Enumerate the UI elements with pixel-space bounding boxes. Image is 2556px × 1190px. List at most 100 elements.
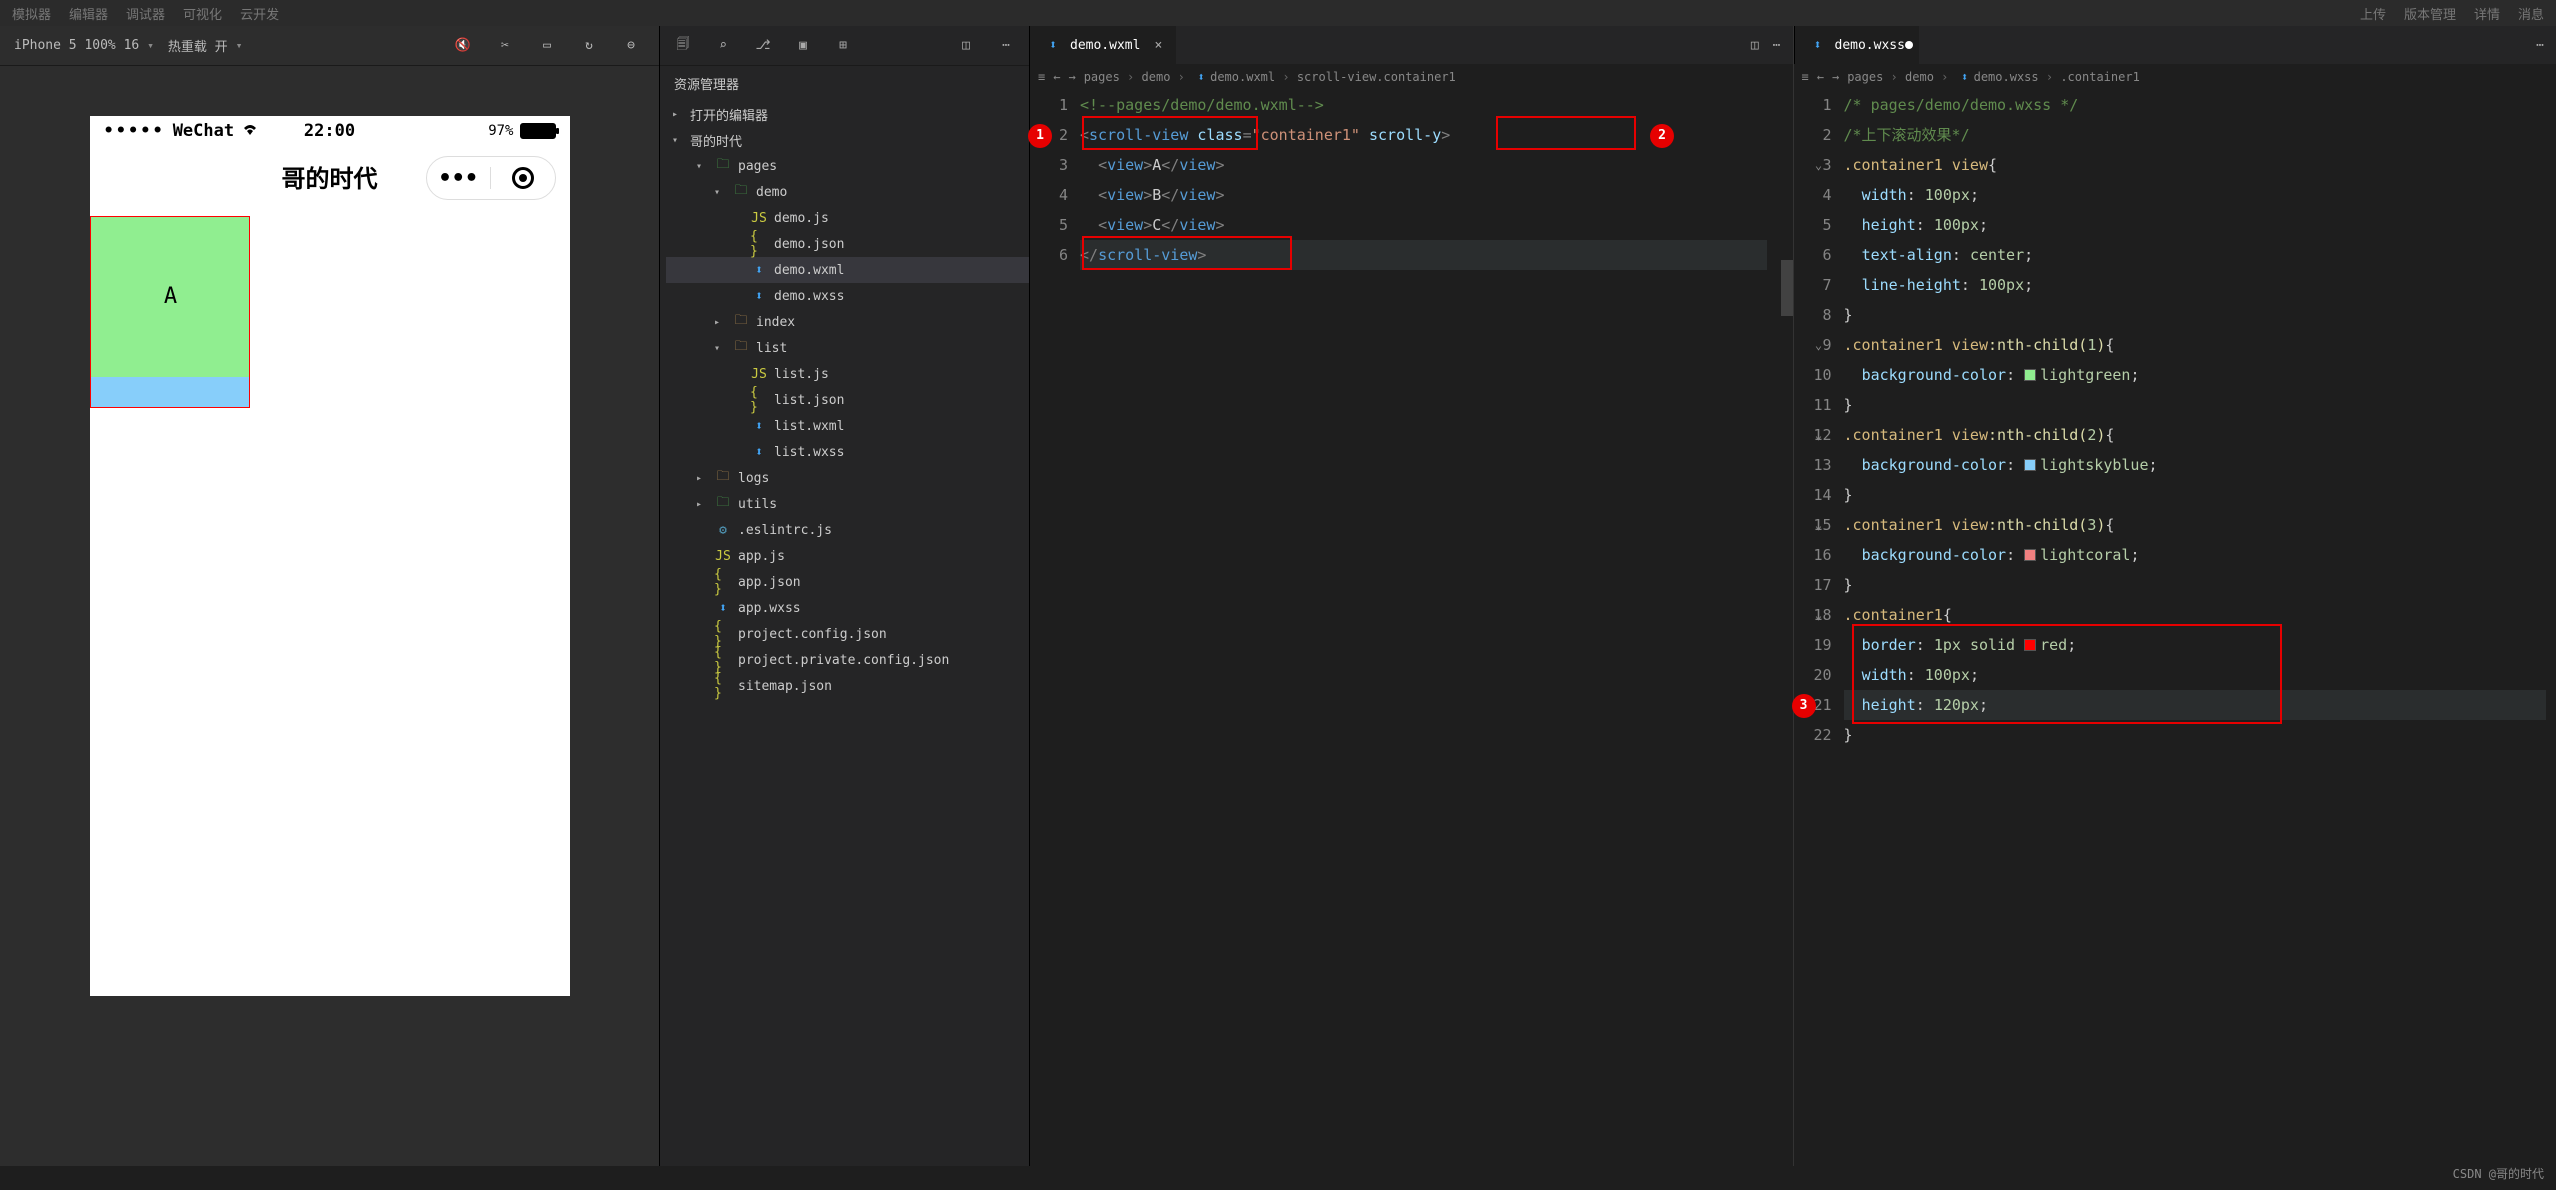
code-line[interactable]: background-color: lightskyblue; <box>1844 450 2547 480</box>
tree-item[interactable]: JSapp.js <box>666 543 1029 569</box>
code-line[interactable]: } <box>1844 300 2547 330</box>
tree-item[interactable]: { }app.json <box>666 569 1029 595</box>
menu-item[interactable]: 版本管理 <box>2404 4 2456 23</box>
menu-item[interactable]: 详情 <box>2474 4 2500 23</box>
code-line[interactable]: <!--pages/demo/demo.wxml--> <box>1080 90 1767 120</box>
list-icon[interactable]: ≡ <box>1038 70 1045 84</box>
code-editor-wxml[interactable]: 123456 <!--pages/demo/demo.wxml--><scrol… <box>1030 90 1793 1166</box>
section-open-editors[interactable]: ▸打开的编辑器 <box>666 101 1029 127</box>
tree-item[interactable]: ▸🗀index <box>666 309 1029 335</box>
code-line[interactable]: background-color: lightgreen; <box>1844 360 2547 390</box>
scroll-view-container[interactable]: A B C <box>90 216 250 408</box>
menu-item[interactable]: 调试器 <box>126 4 165 23</box>
tree-item[interactable]: JSlist.js <box>666 361 1029 387</box>
crumb[interactable]: scroll-view.container1 <box>1297 70 1456 84</box>
crumb[interactable]: demo.wxss <box>1974 70 2039 84</box>
fold-icon[interactable]: ⌄ <box>1812 510 1826 540</box>
tree-item[interactable]: ▾🗀demo <box>666 179 1029 205</box>
rotate-icon[interactable]: ↻ <box>575 32 603 60</box>
forward-icon[interactable]: → <box>1832 70 1839 84</box>
hot-reload-toggle[interactable]: 热重载 开 <box>168 36 228 55</box>
code-line[interactable]: } <box>1844 390 2547 420</box>
tab-demo-wxss[interactable]: ⬍ demo.wxss <box>1795 26 1919 64</box>
code-line[interactable]: <view>B</view> <box>1080 180 1767 210</box>
code-line[interactable]: } <box>1844 720 2547 750</box>
back-icon[interactable]: ← <box>1817 70 1824 84</box>
more-icon[interactable]: ⋯ <box>2536 38 2544 53</box>
section-project[interactable]: ▾哥的时代 <box>666 127 1029 153</box>
code-line[interactable]: .container1 view:nth-child(3){⌄ <box>1844 510 2547 540</box>
tree-item[interactable]: ▸🗀utils <box>666 491 1029 517</box>
tree-item[interactable]: { }project.private.config.json <box>666 647 1029 673</box>
split-right-icon[interactable]: ◫ <box>953 33 979 59</box>
more-icon[interactable]: ••• <box>427 166 491 191</box>
close-icon[interactable]: × <box>1154 38 1162 53</box>
tree-item[interactable]: ⬍app.wxss <box>666 595 1029 621</box>
menu-item[interactable]: 消息 <box>2518 4 2544 23</box>
code-line[interactable]: } <box>1844 480 2547 510</box>
code-line[interactable]: height: 100px; <box>1844 210 2547 240</box>
code-editor-wxss[interactable]: 12345678910111213141516171819202122 /* p… <box>1794 90 2556 1166</box>
code-line[interactable]: width: 100px; <box>1844 180 2547 210</box>
tree-item[interactable]: ⬍list.wxss <box>666 439 1029 465</box>
tree-item[interactable]: ▾🗀list <box>666 335 1029 361</box>
tree-item[interactable]: ⬍demo.wxml <box>666 257 1029 283</box>
tree-item[interactable]: { }sitemap.json <box>666 673 1029 699</box>
device-selector[interactable]: iPhone 5 100% 16 <box>14 38 139 53</box>
menu-item[interactable]: 上传 <box>2360 4 2386 23</box>
crumb[interactable]: pages <box>1847 70 1883 84</box>
code-line[interactable]: width: 100px; <box>1844 660 2547 690</box>
search-icon[interactable]: ⌕ <box>710 33 736 59</box>
tree-item[interactable]: ⚙.eslintrc.js <box>666 517 1029 543</box>
crumb[interactable]: demo.wxml <box>1210 70 1275 84</box>
close-program-icon[interactable] <box>491 167 555 189</box>
code-line[interactable]: .container1 view:nth-child(2){⌄ <box>1844 420 2547 450</box>
forward-icon[interactable]: → <box>1068 70 1075 84</box>
code-line[interactable]: </scroll-view> <box>1080 240 1767 270</box>
code-line[interactable]: line-height: 100px; <box>1844 270 2547 300</box>
crumb[interactable]: demo <box>1142 70 1171 84</box>
menu-item[interactable]: 编辑器 <box>69 4 108 23</box>
menu-item[interactable]: 模拟器 <box>12 4 51 23</box>
tab-demo-wxml[interactable]: ⬍ demo.wxml × <box>1030 26 1176 64</box>
menu-item[interactable]: 云开发 <box>240 4 279 23</box>
fold-icon[interactable]: ⌄ <box>1812 420 1826 450</box>
tree-item[interactable]: ⬍list.wxml <box>666 413 1029 439</box>
code-line[interactable]: text-align: center; <box>1844 240 2547 270</box>
cut-icon[interactable]: ✂ <box>491 32 519 60</box>
fold-icon[interactable]: ⌄ <box>1812 150 1826 180</box>
code-line[interactable]: /*上下滚动效果*/ <box>1844 120 2547 150</box>
split-icon[interactable]: ◫ <box>1751 38 1759 53</box>
code-line[interactable]: } <box>1844 570 2547 600</box>
code-line[interactable]: .container1 view{⌄ <box>1844 150 2547 180</box>
tree-item[interactable]: ▾🗀pages <box>666 153 1029 179</box>
code-line[interactable]: .container1 view:nth-child(1){⌄ <box>1844 330 2547 360</box>
fold-icon[interactable]: ⌄ <box>1812 600 1826 630</box>
breadcrumb-right[interactable]: ≡ ← → pages › demo › ⬍demo.wxss › .conta… <box>1794 64 2556 90</box>
files-icon[interactable]: 🗐 <box>670 33 696 59</box>
extension-icon[interactable]: ⊞ <box>830 33 856 59</box>
code-line[interactable]: <view>A</view> <box>1080 150 1767 180</box>
branch-icon[interactable]: ⎇ <box>750 33 776 59</box>
code-line[interactable]: /* pages/demo/demo.wxss */ <box>1844 90 2547 120</box>
tree-item[interactable]: { }project.config.json <box>666 621 1029 647</box>
list-icon[interactable]: ≡ <box>1802 70 1809 84</box>
tree-item[interactable]: JSdemo.js <box>666 205 1029 231</box>
crumb[interactable]: demo <box>1905 70 1934 84</box>
code-line[interactable]: border: 1px solid red; <box>1844 630 2547 660</box>
capsule-buttons[interactable]: ••• <box>426 156 556 200</box>
crumb[interactable]: pages <box>1084 70 1120 84</box>
close-icon[interactable]: ⊖ <box>617 32 645 60</box>
code-line[interactable]: background-color: lightcoral; <box>1844 540 2547 570</box>
code-line[interactable]: height: 120px; <box>1844 690 2547 720</box>
tree-item[interactable]: ▸🗀logs <box>666 465 1029 491</box>
module-icon[interactable]: ▣ <box>790 33 816 59</box>
menu-item[interactable]: 可视化 <box>183 4 222 23</box>
tree-item[interactable]: { }demo.json <box>666 231 1029 257</box>
code-line[interactable]: <view>C</view> <box>1080 210 1767 240</box>
back-icon[interactable]: ← <box>1053 70 1060 84</box>
more-icon[interactable]: ⋯ <box>1773 38 1781 53</box>
code-line[interactable]: .container1{⌄ <box>1844 600 2547 630</box>
breadcrumb-left[interactable]: ≡ ← → pages › demo › ⬍demo.wxml › scroll… <box>1030 64 1793 90</box>
device-icon[interactable]: ▭ <box>533 32 561 60</box>
